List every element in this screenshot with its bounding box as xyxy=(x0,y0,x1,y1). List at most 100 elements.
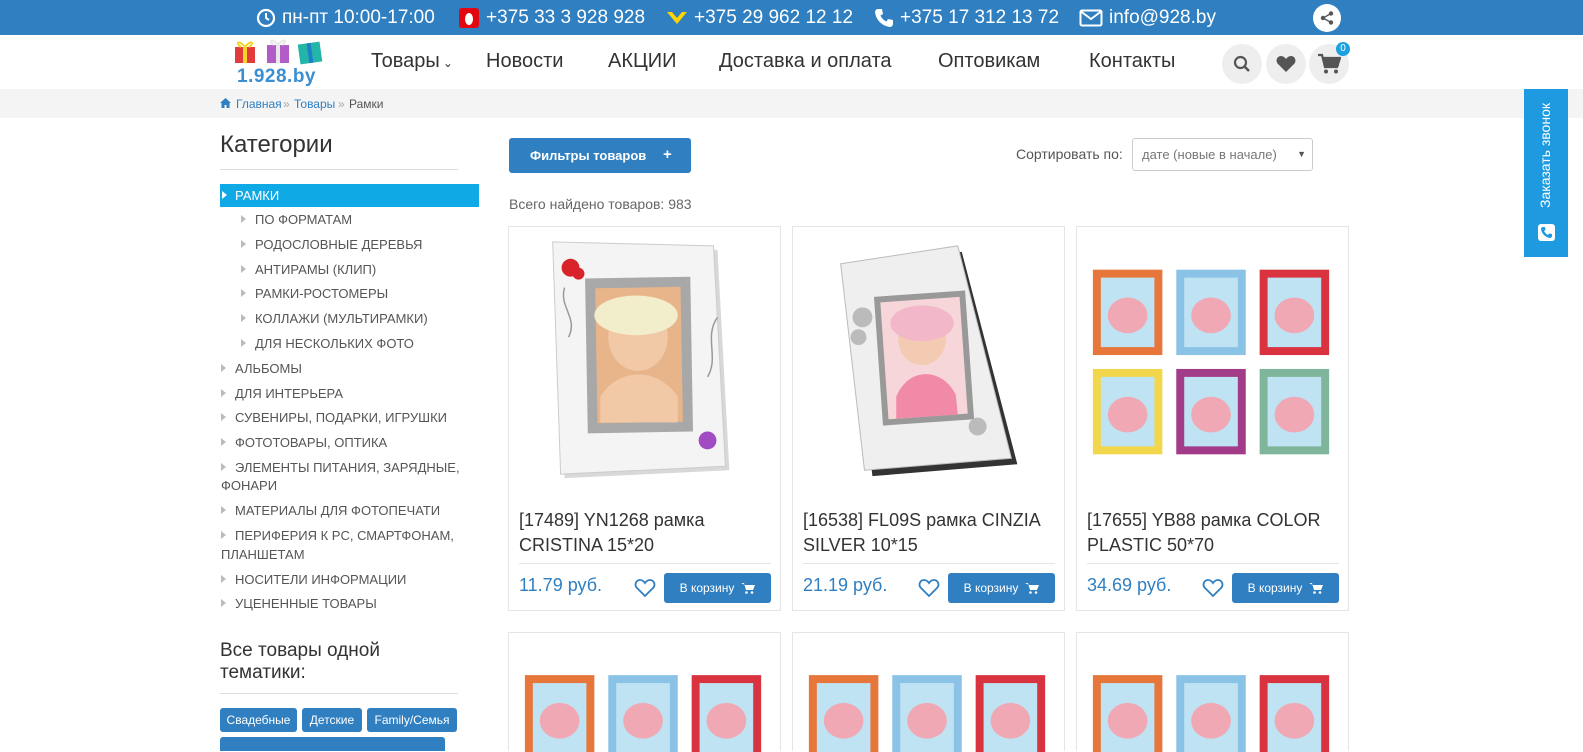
product-title[interactable]: [17489] YN1268 рамка CRISTINA 15*20 xyxy=(519,508,769,558)
phone-city[interactable]: +375 17 312 13 72 xyxy=(874,0,1059,35)
heart-icon xyxy=(1276,56,1296,72)
category-label: УЦЕНЕННЫЕ ТОВАРЫ xyxy=(235,596,377,611)
product-card[interactable] xyxy=(508,632,781,752)
nav-goods[interactable]: Товары ⌄ xyxy=(371,50,453,73)
heart-outline-icon[interactable] xyxy=(918,578,940,598)
caret-right-icon xyxy=(221,599,226,607)
product-image[interactable] xyxy=(509,227,780,497)
add-to-cart-button[interactable]: В корзину xyxy=(664,573,771,603)
add-to-cart-button[interactable]: В корзину xyxy=(948,573,1055,603)
tag-partial[interactable] xyxy=(220,737,445,751)
heart-outline-icon[interactable] xyxy=(634,578,656,598)
heart-outline-icon[interactable] xyxy=(1202,578,1224,598)
breadcrumb-goods[interactable]: Товары xyxy=(294,97,335,111)
search-button[interactable] xyxy=(1222,44,1262,84)
product-image[interactable] xyxy=(793,633,1064,752)
category-item-continued[interactable]: ФОНАРИ xyxy=(221,478,277,493)
share-icon xyxy=(1320,11,1334,25)
tag-kids[interactable]: Детские xyxy=(302,708,362,732)
working-hours: пн-пт 10:00-17:00 xyxy=(256,0,435,35)
add-to-cart-button[interactable]: В корзину xyxy=(1232,573,1339,603)
category-item[interactable]: ПЕРИФЕРИЯ К PC, СМАРТФОНАМ, xyxy=(221,528,454,543)
product-price: 11.79 руб. xyxy=(519,575,603,595)
caret-right-icon xyxy=(221,389,226,397)
phone-mts-text[interactable]: +375 33 3 928 928 xyxy=(486,7,645,29)
category-item[interactable]: АЛЬБОМЫ xyxy=(221,361,302,376)
product-title[interactable]: [16538] FL09S рамка CINZIA SILVER 10*15 xyxy=(803,508,1053,558)
logo-text: 1.928.by xyxy=(237,66,316,87)
nav-promotions[interactable]: АКЦИИ xyxy=(608,50,677,73)
phone-velcom[interactable]: +375 29 962 12 12 xyxy=(666,0,853,35)
phone-city-text[interactable]: +375 17 312 13 72 xyxy=(900,7,1059,29)
product-price: 21.19 руб. xyxy=(803,575,888,595)
callback-tab[interactable]: Заказать звонок xyxy=(1524,89,1568,257)
category-label: РАМКИ xyxy=(235,188,280,203)
product-card[interactable]: [17489] YN1268 рамка CRISTINA 15*20 11.7… xyxy=(508,226,781,611)
caret-right-icon xyxy=(241,289,246,297)
caret-right-icon xyxy=(221,531,226,539)
product-card[interactable]: [17655] YB88 рамка COLOR PLASTIC 50*70 3… xyxy=(1076,226,1349,611)
top-contact-bar: пн-пт 10:00-17:00 +375 33 3 928 928 +375… xyxy=(0,0,1583,35)
phone-mts[interactable]: +375 33 3 928 928 xyxy=(458,0,645,35)
filters-button[interactable]: Фильтры товаров + xyxy=(509,138,691,173)
wishlist-button[interactable] xyxy=(1266,44,1306,84)
breadcrumb-separator-icon: » xyxy=(283,97,290,111)
subcategory-item[interactable]: РАМКИ-РОСТОМЕРЫ xyxy=(241,286,388,301)
category-label: НОСИТЕЛИ ИНФОРМАЦИИ xyxy=(235,572,407,587)
product-image[interactable] xyxy=(1077,633,1348,752)
product-card[interactable] xyxy=(1076,632,1349,752)
chevron-down-icon: ⌄ xyxy=(442,56,453,70)
product-card[interactable]: [16538] FL09S рамка CINZIA SILVER 10*15 … xyxy=(792,226,1065,611)
subcategory-item[interactable]: РОДОСЛОВНЫЕ ДЕРЕВЬЯ xyxy=(241,237,422,252)
add-to-cart-label: В корзину xyxy=(679,581,735,595)
caret-right-icon xyxy=(221,438,226,446)
subcategory-item[interactable]: ПО ФОРМАТАМ xyxy=(241,212,352,227)
breadcrumb-home[interactable]: Главная xyxy=(236,97,282,111)
nav-news[interactable]: Новости xyxy=(486,50,563,73)
share-button[interactable] xyxy=(1313,4,1341,32)
caret-down-icon: ▼ xyxy=(1297,149,1306,159)
product-image[interactable] xyxy=(509,633,780,752)
tag-family[interactable]: Family/Семья xyxy=(367,708,457,732)
gift-boxes-logo-icon xyxy=(235,39,323,65)
phone-icon xyxy=(875,8,893,27)
subcategory-item[interactable]: КОЛЛАЖИ (МУЛЬТИРАМКИ) xyxy=(241,311,428,326)
home-icon[interactable] xyxy=(220,97,231,111)
site-logo[interactable]: 1.928.by xyxy=(233,37,325,87)
category-label: МАТЕРИАЛЫ ДЛЯ ФОТОПЕЧАТИ xyxy=(235,503,441,518)
cart-icon xyxy=(1309,583,1324,594)
nav-wholesale[interactable]: Оптовикам xyxy=(938,50,1040,73)
category-item[interactable]: ЭЛЕМЕНТЫ ПИТАНИЯ, ЗАРЯДНЫЕ, xyxy=(221,460,460,475)
category-item[interactable]: ФОТОТОВАРЫ, ОПТИКА xyxy=(221,435,387,450)
category-item[interactable]: УЦЕНЕННЫЕ ТОВАРЫ xyxy=(221,596,377,611)
category-label: ДЛЯ ИНТЕРЬЕРА xyxy=(235,386,344,401)
subcategory-item[interactable]: ДЛЯ НЕСКОЛЬКИХ ФОТО xyxy=(241,336,414,351)
add-to-cart-label: В корзину xyxy=(1247,581,1303,595)
divider xyxy=(1087,563,1339,564)
divider xyxy=(803,563,1055,564)
category-item[interactable]: НОСИТЕЛИ ИНФОРМАЦИИ xyxy=(221,572,406,587)
email-link[interactable]: info@928.by xyxy=(1079,0,1216,35)
nav-delivery[interactable]: Доставка и оплата xyxy=(719,50,892,73)
breadcrumb: Главная » Товары » Рамки xyxy=(0,89,1583,118)
cart-icon xyxy=(741,583,756,594)
phone-velcom-text[interactable]: +375 29 962 12 12 xyxy=(694,7,853,29)
category-item[interactable]: ДЛЯ ИНТЕРЬЕРА xyxy=(221,386,343,401)
caret-right-icon xyxy=(221,463,226,471)
product-card[interactable] xyxy=(792,632,1065,752)
category-item[interactable]: МАТЕРИАЛЫ ДЛЯ ФОТОПЕЧАТИ xyxy=(221,503,440,518)
product-image[interactable] xyxy=(793,227,1064,497)
email-text[interactable]: info@928.by xyxy=(1109,7,1216,29)
category-frames-active[interactable]: РАМКИ xyxy=(220,184,479,207)
nav-contacts[interactable]: Контакты xyxy=(1089,50,1175,73)
category-item[interactable]: СУВЕНИРЫ, ПОДАРКИ, ИГРУШКИ xyxy=(221,410,447,425)
clock-icon xyxy=(256,8,276,27)
product-title[interactable]: [17655] YB88 рамка COLOR PLASTIC 50*70 xyxy=(1087,508,1337,558)
subcategory-item[interactable]: АНТИРАМЫ (КЛИП) xyxy=(241,262,376,277)
categories-heading: Категории xyxy=(220,131,333,158)
category-item-continued[interactable]: ПЛАНШЕТАМ xyxy=(221,547,305,562)
tag-wedding[interactable]: Свадебные xyxy=(220,708,297,732)
product-image[interactable] xyxy=(1077,227,1348,497)
sort-select[interactable]: дате (новые в начале) ▼ xyxy=(1132,138,1313,171)
subcategory-label: ПО ФОРМАТАМ xyxy=(255,212,353,227)
